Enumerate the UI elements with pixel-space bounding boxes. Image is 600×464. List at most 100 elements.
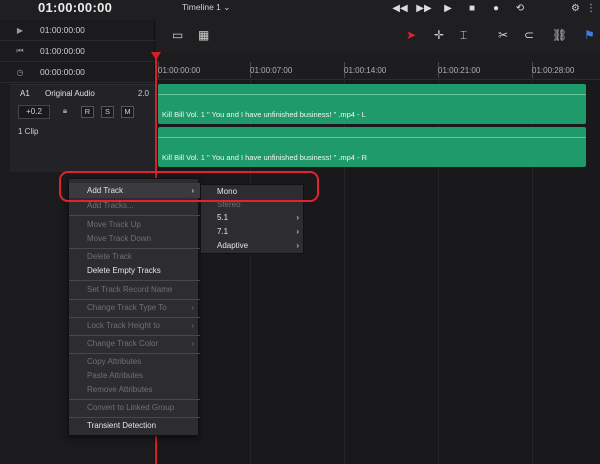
timeline-ruler[interactable]: 01:00:00:00 01:00:07:00 01:00:14:00 01:0…	[156, 52, 600, 80]
menu-item-set-track-record-name[interactable]: Set Track Record Name	[69, 282, 200, 297]
menu-divider	[69, 215, 200, 216]
menu-item-label: Move Track Up	[87, 220, 141, 229]
menu-item-label: Convert to Linked Group	[87, 403, 175, 412]
timecode-value: 01:00:00:00	[40, 46, 85, 56]
ruler-label: 01:00:21:00	[438, 66, 481, 75]
menu-item-move-track-down[interactable]: Move Track Down	[69, 231, 200, 246]
track-id: A1	[20, 89, 30, 98]
record-arm-button[interactable]: R	[81, 106, 94, 118]
menu-item-label: Delete Empty Tracks	[87, 266, 161, 275]
clip-count: 1 Clip	[18, 127, 39, 136]
dynamic-trim-icon[interactable]: ⌶	[460, 28, 467, 43]
timecode-value: 00:00:00:00	[40, 67, 85, 77]
menu-item-convert-linked-group[interactable]: Convert to Linked Group	[69, 400, 200, 415]
selection-tool-icon[interactable]: ➤	[406, 28, 416, 42]
settings-icon[interactable]: ⚙	[571, 3, 580, 14]
menu-item-label: Change Track Type To	[87, 303, 167, 312]
menu-item-remove-attributes[interactable]: Remove Attributes	[69, 382, 200, 397]
menu-item-label: Lock Track Height to	[87, 321, 160, 330]
play-icon[interactable]: ▶	[436, 0, 460, 16]
link-icon[interactable]: ⛓	[552, 28, 567, 42]
menu-item-transient-detection[interactable]: Transient Detection	[69, 418, 200, 433]
top-right-tools: ⚙ ⋮	[571, 0, 596, 16]
rewind-icon[interactable]: ◀◀	[388, 0, 412, 16]
in-marker-icon: ⏮	[16, 46, 24, 55]
menu-item-copy-attributes[interactable]: Copy Attributes	[69, 354, 200, 369]
solo-button[interactable]: S	[101, 106, 114, 118]
submenu-item-label: Adaptive	[217, 241, 249, 250]
chevron-right-icon: ›	[191, 339, 194, 348]
menu-item-paste-attributes[interactable]: Paste Attributes	[69, 368, 200, 383]
annotation-highlight	[59, 171, 319, 202]
menu-item-change-track-type[interactable]: Change Track Type To ›	[69, 300, 200, 315]
menu-item-label: Delete Track	[87, 252, 132, 261]
top-bar: 01:00:00:00 Timeline 1 ⌄ ◀◀ ▶▶ ▶ ■ ● ⟲ ⚙…	[0, 0, 600, 20]
blade-tool-icon[interactable]: ✂	[498, 28, 508, 42]
menu-item-label: Set Track Record Name	[87, 285, 173, 294]
record-icon[interactable]: ●	[484, 0, 508, 16]
audio-clip-left[interactable]: Kill Bill Vol. 1 " You and I have unfini…	[158, 84, 586, 124]
menu-item-change-track-color[interactable]: Change Track Color ›	[69, 336, 200, 351]
timecode-row-1: ▶ 01:00:00:00	[0, 20, 155, 41]
track-name[interactable]: Original Audio	[45, 89, 95, 98]
timecode-row-2: ⏮ 01:00:00:00	[0, 41, 155, 62]
timecode-display: 01:00:00:00	[38, 0, 113, 15]
menu-item-move-track-up[interactable]: Move Track Up	[69, 217, 200, 232]
play-marker-icon: ▶	[16, 25, 24, 35]
audio-clip-right[interactable]: Kill Bill Vol. 1 " You and I have unfini…	[158, 127, 586, 167]
timeline-selector[interactable]: Timeline 1 ⌄	[182, 2, 230, 13]
submenu-item-7-1[interactable]: 7.1 ›	[201, 225, 305, 239]
waveform	[158, 94, 586, 95]
menu-item-label: Transient Detection	[87, 421, 157, 430]
context-menu: Add Track › Add Tracks... Move Track Up …	[68, 178, 200, 436]
clip-label: Kill Bill Vol. 1 " You and I have unfini…	[162, 110, 366, 119]
clock-icon: ◷	[16, 67, 24, 77]
submenu-item-5-1[interactable]: 5.1 ›	[201, 211, 305, 225]
submenu-item-label: 5.1	[217, 213, 229, 222]
menu-divider	[69, 280, 200, 281]
flag-icon[interactable]: ⚑	[584, 28, 595, 42]
ruler-label: 01:00:14:00	[344, 66, 387, 75]
track-channel: 2.0	[137, 89, 149, 98]
clip-label: Kill Bill Vol. 1 " You and I have unfini…	[162, 153, 368, 162]
timecode-value: 01:00:00:00	[40, 25, 85, 35]
menu-item-delete-track[interactable]: Delete Track	[69, 249, 200, 264]
menu-item-lock-track-height[interactable]: Lock Track Height to ›	[69, 318, 200, 333]
menu-item-label: Change Track Color	[87, 339, 159, 348]
chevron-right-icon: ›	[296, 227, 299, 236]
stop-icon[interactable]: ■	[460, 0, 484, 16]
fast-forward-icon[interactable]: ▶▶	[412, 0, 436, 16]
timeline-toolbar: ▭ ▦ ➤ ✛ ⌶ ✂ ⊂ ⛓ ⚑	[156, 20, 600, 52]
chevron-down-icon: ⌄	[223, 2, 231, 12]
more-options-icon[interactable]: ⋮	[586, 3, 596, 14]
mute-button[interactable]: M	[121, 106, 134, 118]
track-header-a1[interactable]: A1 Original Audio 2.0 +0.2 🔒︎ R S M 1 Cl…	[10, 84, 155, 172]
submenu-item-label: 7.1	[217, 227, 229, 236]
chevron-right-icon: ›	[191, 303, 194, 312]
lock-icon[interactable]: 🔒︎	[59, 106, 71, 118]
menu-item-label: Remove Attributes	[87, 385, 153, 394]
timeline-view-icon[interactable]: ▭	[172, 28, 183, 42]
menu-item-label: Paste Attributes	[87, 371, 144, 380]
waveform	[158, 137, 586, 138]
submenu-item-adaptive[interactable]: Adaptive ›	[201, 239, 305, 253]
snapping-icon[interactable]: ⊂	[524, 28, 534, 42]
chevron-right-icon: ›	[296, 241, 299, 250]
ruler-label: 01:00:00:00	[158, 66, 201, 75]
menu-item-delete-empty-tracks[interactable]: Delete Empty Tracks	[69, 263, 200, 278]
timeline-name: Timeline 1	[182, 2, 221, 12]
chevron-right-icon: ›	[191, 321, 194, 330]
trim-tool-icon[interactable]: ✛	[434, 28, 444, 42]
menu-item-label: Copy Attributes	[87, 357, 142, 366]
grid-view-icon[interactable]: ▦	[198, 28, 209, 42]
menu-item-label: Move Track Down	[87, 234, 152, 243]
ruler-label: 01:00:28:00	[532, 66, 575, 75]
chevron-right-icon: ›	[296, 213, 299, 222]
ruler-label: 01:00:07:00	[250, 66, 293, 75]
timecode-row-3: ◷ 00:00:00:00	[0, 62, 155, 83]
playhead-handle[interactable]	[151, 52, 161, 60]
loop-icon[interactable]: ⟲	[508, 0, 532, 16]
menu-item-label: Add Tracks...	[87, 201, 134, 210]
transport-controls: ◀◀ ▶▶ ▶ ■ ● ⟲	[388, 0, 532, 16]
track-volume[interactable]: +0.2	[18, 105, 50, 119]
